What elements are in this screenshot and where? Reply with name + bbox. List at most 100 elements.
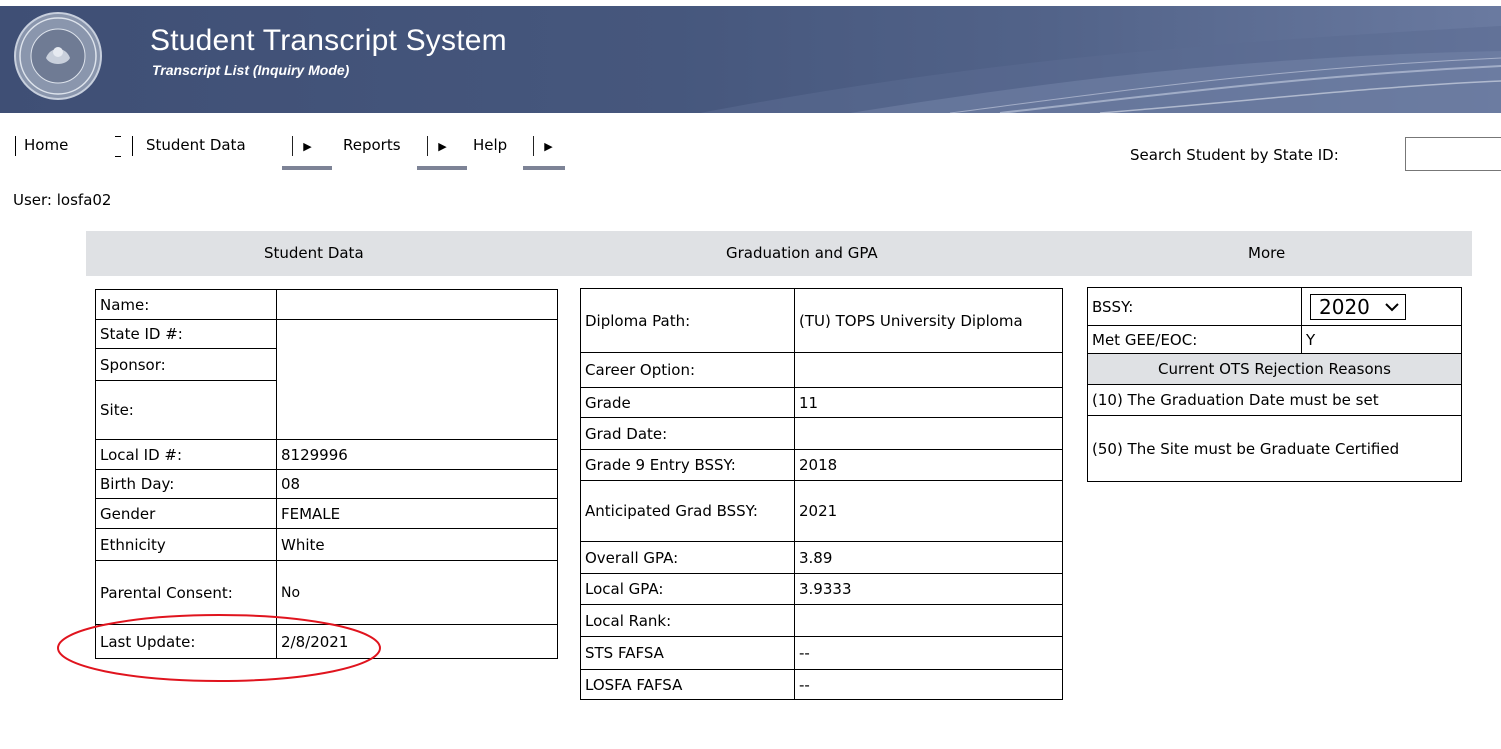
sponsor-label: Sponsor:	[95, 348, 277, 381]
grad-date-value	[794, 417, 1063, 450]
menu-item-help[interactable]: Help ▶	[473, 133, 573, 173]
table-row: Grad Date:	[580, 417, 1063, 450]
table-row: State ID #:	[95, 319, 558, 440]
banner-waves	[700, 26, 1501, 113]
table-row: Local Rank:	[580, 604, 1063, 637]
section-title-graduation-gpa: Graduation and GPA	[726, 244, 878, 262]
birth-day-value: 08	[276, 469, 558, 499]
career-option-label: Career Option:	[580, 352, 795, 388]
table-row: Local GPA: 3.9333	[580, 573, 1063, 605]
triangle-right-icon[interactable]: ▶	[292, 136, 322, 156]
section-header-bar: Student Data Graduation and GPA More	[86, 231, 1472, 276]
losfa-fafsa-value: --	[794, 669, 1063, 700]
table-row: Anticipated Grad BSSY: 2021	[580, 480, 1063, 542]
list-item: (50) The Site must be Graduate Certified	[1087, 415, 1462, 482]
losfa-fafsa-label: LOSFA FAFSA	[580, 669, 795, 700]
chevron-down-icon	[1385, 302, 1399, 311]
redacted-identity-cell	[276, 319, 558, 440]
triangle-right-icon[interactable]: ▶	[427, 136, 457, 156]
menu-label-reports: Reports	[343, 136, 401, 154]
ots-reason: (50) The Site must be Graduate Certified	[1087, 415, 1462, 482]
highlight-ellipse	[57, 614, 381, 682]
menu-tick-mark	[115, 136, 121, 137]
grade9-entry-label: Grade 9 Entry BSSY:	[580, 449, 795, 481]
local-id-value: 8129996	[276, 439, 558, 470]
table-row: Local ID #: 8129996	[95, 439, 558, 470]
diploma-path-value: (TU) TOPS University Diploma	[794, 288, 1063, 353]
site-label: Site:	[95, 380, 277, 440]
ethnicity-value: White	[276, 528, 558, 561]
career-option-value	[794, 352, 1063, 388]
table-row: Met GEE/EOC: Y	[1087, 325, 1462, 354]
section-title-more: More	[1248, 244, 1286, 262]
bssy-select-cell: 2020	[1301, 287, 1462, 326]
state-id-label: State ID #:	[95, 319, 277, 349]
menu-separator	[15, 136, 16, 156]
name-label: Name:	[95, 289, 277, 320]
table-row: BSSY: 2020	[1087, 287, 1462, 326]
local-id-label: Local ID #:	[95, 439, 277, 470]
menu-item-home[interactable]: Home	[15, 133, 130, 173]
table-row: Career Option:	[580, 352, 1063, 388]
local-gpa-label: Local GPA:	[580, 573, 795, 605]
menu-underline	[282, 166, 332, 170]
table-row: Grade 9 Entry BSSY: 2018	[580, 449, 1063, 481]
sts-fafsa-label: STS FAFSA	[580, 636, 795, 670]
ots-reason: (10) The Graduation Date must be set	[1087, 384, 1462, 416]
table-row: LOSFA FAFSA --	[580, 669, 1063, 700]
menu-separator	[132, 136, 133, 156]
menu-label-home: Home	[24, 136, 69, 154]
grade9-entry-value: 2018	[794, 449, 1063, 481]
local-rank-value	[794, 604, 1063, 637]
header-banner: Student Transcript System Transcript Lis…	[0, 6, 1501, 113]
graduation-gpa-table: Diploma Path: (TU) TOPS University Diplo…	[580, 288, 1063, 700]
search-input[interactable]	[1405, 137, 1501, 171]
ots-rejection-header: Current OTS Rejection Reasons	[1087, 353, 1462, 385]
bssy-selected-value: 2020	[1319, 294, 1370, 319]
more-table: BSSY: 2020 Met GEE/EOC: Y Current OTS Re…	[1087, 287, 1462, 482]
app-title: Student Transcript System	[150, 24, 507, 57]
sts-fafsa-value: --	[794, 636, 1063, 670]
section-title-student-data: Student Data	[264, 244, 364, 262]
birth-day-label: Birth Day:	[95, 469, 277, 499]
diploma-path-label: Diploma Path:	[580, 288, 795, 353]
local-rank-label: Local Rank:	[580, 604, 795, 637]
current-user: User: losfa02	[13, 191, 112, 209]
grade-value: 11	[794, 387, 1063, 418]
bssy-select[interactable]: 2020	[1310, 293, 1406, 320]
grad-date-label: Grad Date:	[580, 417, 795, 450]
search-label: Search Student by State ID:	[1130, 146, 1339, 164]
menu-item-reports[interactable]: Reports ▶	[343, 133, 471, 173]
gender-value: FEMALE	[276, 498, 558, 529]
page-subtitle: Transcript List (Inquiry Mode)	[152, 62, 350, 78]
table-row: Diploma Path: (TU) TOPS University Diplo…	[580, 288, 1063, 353]
state-seal-icon	[14, 12, 102, 100]
list-item: (10) The Graduation Date must be set	[1087, 384, 1462, 416]
table-row: STS FAFSA --	[580, 636, 1063, 670]
menu-underline	[523, 166, 565, 170]
menu-label-help: Help	[473, 136, 508, 154]
menu-item-student-data[interactable]: Student Data ▶	[132, 133, 342, 173]
overall-gpa-value: 3.89	[794, 541, 1063, 574]
grade-label: Grade	[580, 387, 795, 418]
triangle-right-icon[interactable]: ▶	[533, 136, 563, 156]
local-gpa-value: 3.9333	[794, 573, 1063, 605]
anticipated-grad-label: Anticipated Grad BSSY:	[580, 480, 795, 542]
table-row: Current OTS Rejection Reasons	[1087, 353, 1462, 385]
name-value	[276, 289, 558, 320]
bssy-label: BSSY:	[1087, 287, 1302, 326]
menu-label-student-data: Student Data	[146, 136, 246, 154]
menu-tick-mark	[115, 156, 121, 157]
anticipated-grad-value: 2021	[794, 480, 1063, 542]
table-row: Gender FEMALE	[95, 498, 558, 529]
table-row: Overall GPA: 3.89	[580, 541, 1063, 574]
overall-gpa-label: Overall GPA:	[580, 541, 795, 574]
table-row: Grade 11	[580, 387, 1063, 418]
table-row: Name:	[95, 289, 558, 320]
table-row: Ethnicity White	[95, 528, 558, 561]
menu-underline	[417, 166, 467, 170]
table-row: Birth Day: 08	[95, 469, 558, 499]
met-gee-value: Y	[1301, 325, 1462, 354]
met-gee-label: Met GEE/EOC:	[1087, 325, 1302, 354]
student-data-table: Name: State ID #: Sponsor: Site: Local I…	[95, 289, 558, 659]
